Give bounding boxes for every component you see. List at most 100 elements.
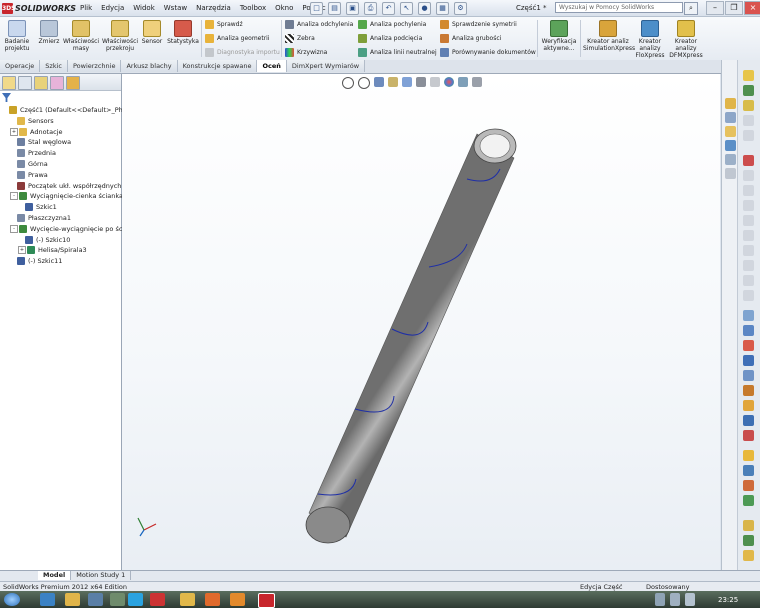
taskbar-explorer-icon[interactable]	[65, 593, 80, 606]
collapse-icon[interactable]: -	[10, 224, 18, 233]
spline-icon[interactable]	[743, 170, 754, 181]
section-properties-button[interactable]: Właściwości przekroju	[101, 20, 139, 52]
circle-icon[interactable]	[743, 115, 754, 126]
check-sketch-icon[interactable]	[743, 430, 754, 441]
tree-item[interactable]: (-) Szkic11	[0, 256, 131, 266]
symmetry-check-button[interactable]: Sprawdzenie symetrii	[440, 20, 517, 29]
warning-icon[interactable]	[743, 450, 754, 461]
polygon-icon[interactable]	[743, 185, 754, 196]
minimize-icon[interactable]: –	[706, 1, 724, 15]
help-search-input[interactable]: Wyszukaj w Pomocy SolidWorks	[555, 2, 683, 13]
rectangle-icon[interactable]	[743, 100, 754, 111]
curve-icon[interactable]	[743, 465, 754, 476]
fit-spline-icon[interactable]	[743, 550, 754, 561]
feature-tree-tab-icon[interactable]	[2, 76, 16, 90]
taskbar-solidworks-active-icon[interactable]	[258, 593, 275, 608]
curvature-button[interactable]: Krzywizna	[285, 48, 327, 57]
linear-pattern-icon[interactable]	[743, 275, 754, 286]
expand-icon[interactable]: +	[18, 246, 26, 255]
tab-surfaces[interactable]: Powierzchnie	[67, 60, 122, 72]
file-explorer-icon[interactable]	[725, 126, 736, 137]
menu-toolbox[interactable]: Toolbox	[240, 4, 266, 12]
network-icon[interactable]	[670, 593, 680, 606]
menu-window[interactable]: Okno	[275, 4, 293, 12]
tree-item[interactable]: Sensors	[0, 116, 131, 126]
options-icon[interactable]: ⚙	[454, 2, 467, 15]
tab-evaluate[interactable]: Oceń	[257, 60, 287, 72]
trim-icon[interactable]	[743, 215, 754, 226]
tab-motion-study[interactable]: Motion Study 1	[71, 571, 132, 580]
mirror-icon[interactable]	[743, 260, 754, 271]
app-logo[interactable]: 3DS SOLIDWORKS	[2, 2, 76, 14]
quick-snaps-icon[interactable]	[743, 370, 754, 381]
property-manager-tab-icon[interactable]	[18, 76, 32, 90]
zebra-button[interactable]: Zebra	[285, 34, 315, 43]
sensor-button[interactable]: Sensor	[140, 20, 164, 45]
undercut-analysis-button[interactable]: Analiza podcięcia	[358, 34, 422, 43]
mass-properties-button[interactable]: Właściwości masy	[63, 20, 99, 52]
select-icon[interactable]: ↖	[400, 2, 413, 15]
thickness-analysis-button[interactable]: Analiza grubości	[440, 34, 501, 43]
measure-button[interactable]: Zmierz	[37, 20, 61, 45]
line-icon[interactable]	[743, 85, 754, 96]
tree-item[interactable]: Stal węglowa	[0, 137, 131, 147]
tab-model[interactable]: Model	[38, 571, 72, 580]
taskbar-app4-icon[interactable]	[230, 593, 245, 606]
tab-sketch[interactable]: Szkic	[40, 60, 68, 72]
arc-icon[interactable]	[743, 130, 754, 141]
design-study-button[interactable]: Badanie projektu	[2, 20, 32, 52]
configuration-manager-tab-icon[interactable]	[34, 76, 48, 90]
tab-sheet-metal[interactable]: Arkusz blachy	[121, 60, 178, 72]
deviation-analysis-button[interactable]: Analiza odchylenia	[285, 20, 353, 29]
tree-item[interactable]: Płaszczyzna1	[0, 213, 131, 223]
view-palette-icon[interactable]	[725, 154, 736, 165]
sketch-tool-icon[interactable]	[743, 70, 754, 81]
3d-sketch-icon[interactable]	[743, 480, 754, 491]
design-library-icon[interactable]	[725, 112, 736, 123]
taskbar-app2-icon[interactable]	[110, 593, 125, 606]
rebuild-icon[interactable]: ●	[418, 2, 431, 15]
taskbar-app-icon[interactable]	[88, 593, 103, 606]
sketch-picture-icon[interactable]	[743, 520, 754, 531]
tree-item[interactable]: Prawa	[0, 170, 131, 180]
tree-item[interactable]: - Wyciągnięcie-cienka ścianka1	[0, 191, 131, 201]
import-diagnostics-button[interactable]: Diagnostyka importu	[205, 48, 280, 57]
check-button[interactable]: Sprawdź	[205, 20, 243, 29]
statistics-button[interactable]: Statystyka	[166, 20, 200, 45]
tree-item[interactable]: Część1 (Default<<Default>_Photo	[0, 105, 123, 115]
shaded-sketch-icon[interactable]	[743, 495, 754, 506]
taskbar-skype-icon[interactable]	[128, 593, 143, 606]
compare-documents-button[interactable]: Porównywanie dokumentów	[440, 48, 536, 57]
add-relation-icon[interactable]	[743, 340, 754, 351]
menu-view[interactable]: Widok	[133, 4, 155, 12]
start-button-icon[interactable]	[4, 593, 20, 606]
active-verification-button[interactable]: Weryfikacja aktywne...	[540, 20, 578, 52]
save-icon[interactable]: ▣	[346, 2, 359, 15]
new-document-icon[interactable]: □	[310, 2, 323, 15]
dimxpert-manager-tab-icon[interactable]	[50, 76, 64, 90]
point-icon[interactable]	[743, 200, 754, 211]
open-folder-icon[interactable]: ▤	[328, 2, 341, 15]
draft-analysis-button[interactable]: Analiza pochylenia	[358, 20, 426, 29]
taskbar-firefox-icon[interactable]	[205, 593, 220, 606]
move-entities-icon[interactable]	[743, 290, 754, 301]
resources-icon[interactable]	[725, 98, 736, 109]
taskbar-solidworks-icon[interactable]	[150, 593, 165, 606]
close-icon[interactable]: ×	[744, 1, 760, 15]
taskbar-clock[interactable]: 23:25	[718, 596, 738, 604]
geometry-analysis-button[interactable]: Analiza geometrii	[205, 34, 270, 43]
extend-icon[interactable]	[743, 230, 754, 241]
search-results-icon[interactable]	[725, 140, 736, 151]
tree-item[interactable]: Szkic1	[0, 202, 139, 212]
parting-line-analysis-button[interactable]: Analiza linii neutralnej	[358, 48, 437, 57]
floxpress-button[interactable]: Kreator analizy FloXpress	[634, 20, 666, 59]
tree-item[interactable]: - Wycięcie-wyciągnięcie po ście	[0, 224, 131, 234]
tree-item[interactable]: Przednia	[0, 148, 131, 158]
appearances-icon[interactable]	[725, 168, 736, 179]
spell-check-icon[interactable]	[743, 310, 754, 321]
tab-dimxpert[interactable]: DimXpert Wymiarów	[286, 60, 366, 72]
display-manager-tab-icon[interactable]	[66, 76, 80, 90]
dfmxpress-button[interactable]: Kreator analizy DFMXpress	[667, 20, 705, 59]
tube-body[interactable]	[305, 128, 517, 544]
file-properties-icon[interactable]: ▦	[436, 2, 449, 15]
